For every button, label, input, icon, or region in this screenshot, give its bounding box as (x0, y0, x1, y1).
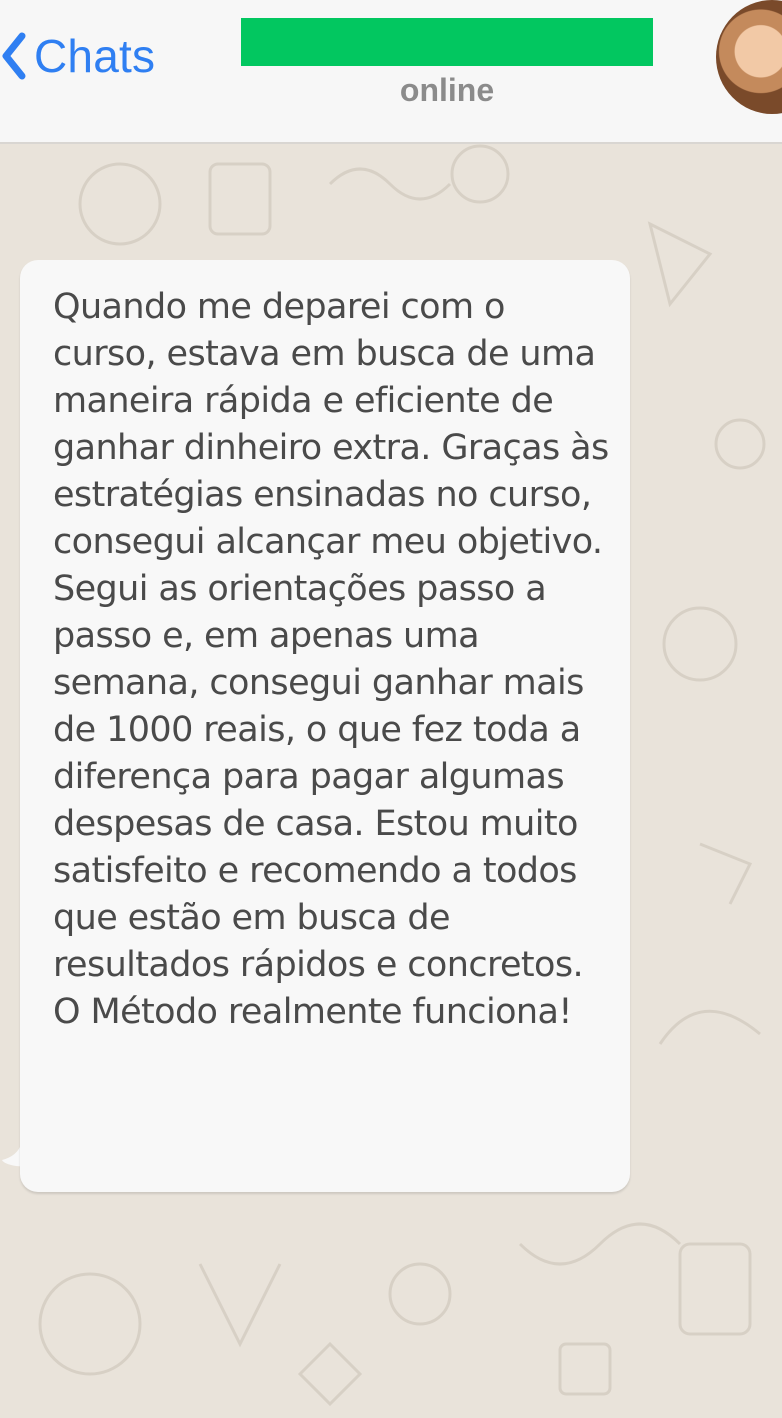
contact-avatar[interactable] (716, 0, 782, 114)
contact-status: online (399, 72, 495, 108)
contact-name-redacted[interactable] (241, 18, 653, 66)
back-label: Chats (34, 30, 156, 82)
back-to-chats-button[interactable]: Chats (0, 24, 155, 88)
chevron-left-icon (2, 32, 26, 80)
chat-header: Chats online (0, 0, 782, 144)
incoming-message-bubble[interactable]: Quando me deparei com o curso, estava em… (20, 260, 630, 1192)
chat-screen: Chats online Quando me deparei com o cur… (0, 0, 782, 1418)
message-text: Quando me deparei com o curso, estava em… (53, 287, 609, 1032)
